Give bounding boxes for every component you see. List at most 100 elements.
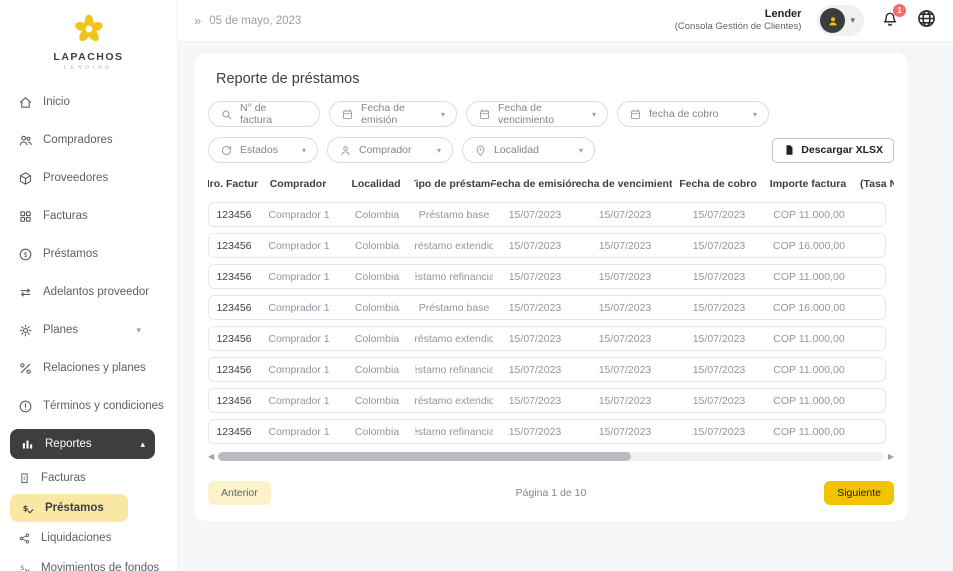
- sidebar-item[interactable]: Reportes ▴: [10, 429, 155, 459]
- cell-factura: 123456: [209, 203, 259, 226]
- filter-pill[interactable]: Comprador ▾: [327, 137, 453, 163]
- sidebar-item[interactable]: Liquidaciones: [0, 523, 177, 553]
- app-window: LAPACHOS LENDING Inicio Compradores: [0, 0, 953, 571]
- col-header-comprador: Comprador: [258, 173, 338, 195]
- current-date: 05 de mayo, 2023: [209, 15, 301, 27]
- sidebar: LAPACHOS LENDING Inicio Compradores: [0, 0, 178, 571]
- scroll-left-arrow-icon[interactable]: ◀: [208, 453, 214, 461]
- sidebar-item[interactable]: Proveedores: [0, 159, 177, 197]
- cell-factura: 123456: [209, 327, 259, 350]
- filter-row-1: N° de factura Fecha de emisión ▾ Fecha: [208, 101, 894, 127]
- sidebar-item-label: Proveedores: [43, 172, 108, 184]
- page-title: Reporte de préstamos: [216, 71, 894, 87]
- table-row[interactable]: 123456 Comprador 1 Colombia Préstamo ref…: [208, 264, 886, 289]
- notification-badge: 1: [893, 4, 906, 17]
- download-xlsx-button[interactable]: Descargar XLSX: [772, 138, 894, 163]
- cell-comprador: Comprador 1: [259, 203, 339, 226]
- cell-tipo: Préstamo extendido: [415, 327, 493, 350]
- col-header-tipo: Tipo de préstamo: [414, 173, 492, 195]
- cell-cobro: 15/07/2023: [673, 389, 765, 412]
- cell-comprador: Comprador 1: [259, 234, 339, 257]
- cell-factura: 123456: [209, 265, 259, 288]
- filter-row-2: Estados ▾ Comprador ▾ Localidad: [208, 137, 894, 163]
- table-row[interactable]: 123456 Comprador 1 Colombia Préstamo ref…: [208, 357, 886, 382]
- loans-table-viewport: Nro. Factura Comprador Localidad Tipo de…: [208, 173, 894, 450]
- scrollbar-thumb[interactable]: [218, 452, 631, 461]
- sidebar-item[interactable]: Préstamos: [10, 494, 128, 522]
- scrollbar-track[interactable]: [218, 452, 884, 461]
- sidebar-item-label: Adelantos proveedor: [43, 286, 149, 298]
- brand-logo: LAPACHOS LENDING: [0, 0, 177, 75]
- sidebar-collapse-icon[interactable]: »: [194, 13, 201, 28]
- percent-icon: [18, 361, 33, 376]
- filter-pill[interactable]: Estados ▾: [208, 137, 318, 163]
- cell-importe: COP 16.000,00: [765, 234, 853, 257]
- reports-chart-icon: [20, 437, 35, 452]
- table-body: 123456 Comprador 1 Colombia Préstamo bas…: [208, 202, 894, 444]
- main-area: » 05 de mayo, 2023 Lender (Consola Gesti…: [178, 0, 953, 571]
- sidebar-item[interactable]: Compradores: [0, 121, 177, 159]
- sidebar-item[interactable]: Adelantos proveedor: [0, 273, 177, 311]
- filter-pill[interactable]: Fecha de emisión ▾: [329, 101, 457, 127]
- cell-comprador: Comprador 1: [259, 327, 339, 350]
- sidebar-item[interactable]: Facturas: [0, 463, 177, 493]
- cell-emision: 15/07/2023: [493, 327, 577, 350]
- filter-pill[interactable]: Fecha de vencimiento ▾: [466, 101, 608, 127]
- cell-cobro: 15/07/2023: [673, 358, 765, 381]
- chevron-icon: ▴: [140, 439, 145, 450]
- filter-pill[interactable]: N° de factura: [208, 101, 320, 127]
- advances-arrows-icon: [18, 285, 33, 300]
- sidebar-item-label: Relaciones y planes: [43, 362, 146, 374]
- sidebar-item[interactable]: Facturas: [0, 197, 177, 235]
- table-row[interactable]: 123456 Comprador 1 Colombia Préstamo ext…: [208, 326, 886, 351]
- cell-localidad: Colombia: [339, 358, 415, 381]
- table-row[interactable]: 123456 Comprador 1 Colombia Préstamo ext…: [208, 388, 886, 413]
- status-refresh-icon: [220, 144, 233, 157]
- report-card: Reporte de préstamos N° de factura Fec: [194, 53, 908, 521]
- cell-cobro: 15/07/2023: [673, 420, 765, 443]
- cell-vencimiento: 15/07/2023: [577, 358, 673, 381]
- avatar-person-icon: [826, 14, 840, 28]
- sidebar-item[interactable]: Inicio: [0, 83, 177, 121]
- cell-vencimiento: 15/07/2023: [577, 389, 673, 412]
- sidebar-item[interactable]: Préstamos: [0, 235, 177, 273]
- sidebar-item[interactable]: Movimientos de fondos: [0, 553, 177, 571]
- cell-factura: 123456: [209, 420, 259, 443]
- cell-emision: 15/07/2023: [493, 296, 577, 319]
- notifications-button[interactable]: 1: [880, 8, 900, 33]
- cell-localidad: Colombia: [339, 327, 415, 350]
- caret-down-icon: ▾: [592, 110, 596, 119]
- funds-movement-icon: [18, 562, 31, 571]
- cell-tasa: [853, 327, 886, 350]
- page-status: Página 1 de 10: [208, 487, 894, 499]
- cell-tipo: Préstamo base: [415, 203, 493, 226]
- cell-factura: 123456: [209, 296, 259, 319]
- language-button[interactable]: [916, 8, 937, 34]
- receipt-icon: [18, 472, 31, 485]
- table-row[interactable]: 123456 Comprador 1 Colombia Préstamo bas…: [208, 202, 886, 227]
- cell-vencimiento: 15/07/2023: [577, 327, 673, 350]
- user-menu-button[interactable]: ▾: [817, 5, 864, 36]
- filter-pill[interactable]: fecha de cobro ▾: [617, 101, 769, 127]
- loans-table: Nro. Factura Comprador Localidad Tipo de…: [208, 173, 894, 444]
- sidebar-item[interactable]: Planes ▾: [0, 311, 177, 349]
- cell-tasa: [853, 358, 886, 381]
- col-header-localidad: Localidad: [338, 173, 414, 195]
- cell-importe: COP 11.000,00: [765, 389, 853, 412]
- cell-emision: 15/07/2023: [493, 203, 577, 226]
- cell-tipo: Préstamo base: [415, 296, 493, 319]
- sidebar-item[interactable]: Términos y condiciones: [0, 387, 177, 425]
- brand-name: LAPACHOS: [53, 51, 123, 63]
- table-row[interactable]: 123456 Comprador 1 Colombia Préstamo ext…: [208, 233, 886, 258]
- cell-importe: COP 11.000,00: [765, 358, 853, 381]
- sidebar-item[interactable]: Relaciones y planes: [0, 349, 177, 387]
- col-header-tasa: (Tasa N: [852, 173, 894, 195]
- filter-pill[interactable]: Localidad ▾: [462, 137, 595, 163]
- table-row[interactable]: 123456 Comprador 1 Colombia Préstamo bas…: [208, 295, 886, 320]
- cell-cobro: 15/07/2023: [673, 327, 765, 350]
- table-header-row: Nro. Factura Comprador Localidad Tipo de…: [208, 173, 894, 195]
- cell-cobro: 15/07/2023: [673, 265, 765, 288]
- table-row[interactable]: 123456 Comprador 1 Colombia Préstamo ref…: [208, 419, 886, 444]
- cell-importe: COP 11.000,00: [765, 327, 853, 350]
- scroll-right-arrow-icon[interactable]: ▶: [888, 453, 894, 461]
